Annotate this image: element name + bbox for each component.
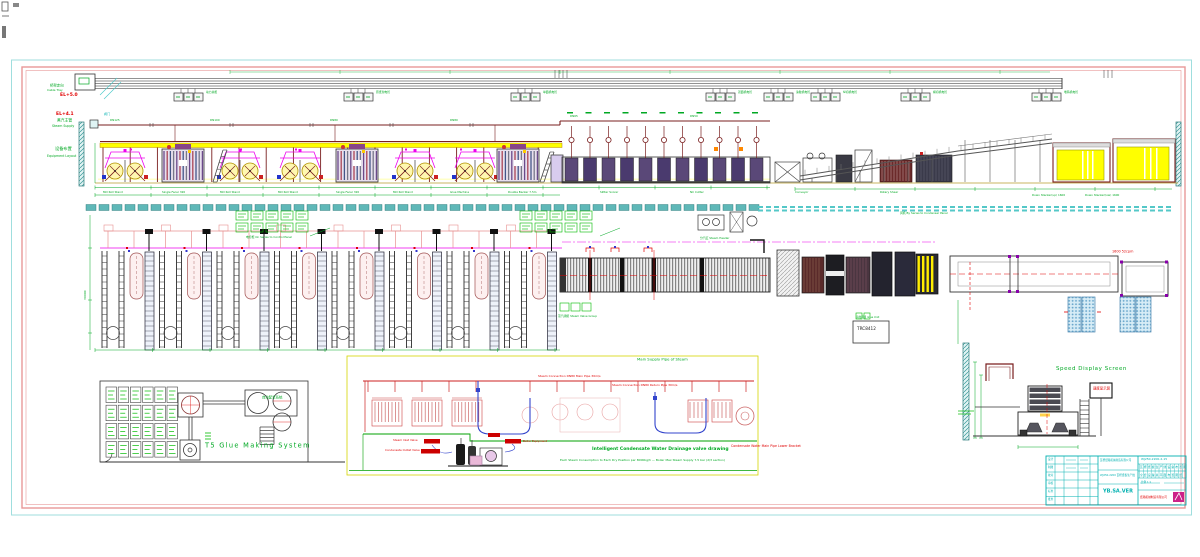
condensate-chip-label: Condensate Outlet Valve (385, 449, 420, 452)
micro-label: 设计 (1048, 458, 1053, 461)
plan-heating-conveyor (560, 246, 770, 311)
micro-label: DN100 (210, 119, 220, 122)
micro-label: Double Backer 7.5m (508, 191, 536, 194)
plan-speed-note: 1600 52cpm (1112, 250, 1133, 253)
micro-label: 涂胶机电控 (796, 91, 810, 94)
elevation-mill-roll-stands (102, 149, 498, 182)
separator-band (86, 205, 1171, 212)
micro-label: 审核 (1048, 482, 1053, 485)
titleblock-grid-row2: 全套设备总平面布置图纸 (1140, 474, 1183, 477)
micro-label: 动力总柜 (206, 91, 217, 94)
titleblock-drawing-number: WJ250-2200-2-15 (1141, 458, 1167, 461)
micro-label: 标准 (1048, 490, 1053, 493)
micro-label: 堆码机电控 (1064, 91, 1078, 94)
micro-label: Mill Roll Stand (393, 191, 413, 194)
micro-label: 制图 (1048, 466, 1053, 469)
micro-label: DN65 (570, 115, 578, 118)
micro-label: Down Stacker(low) 1600 (1085, 194, 1119, 197)
valve-tag: 阀门 (104, 113, 110, 116)
micro-label: 单面机电控 (543, 91, 557, 94)
micro-label: Down Stacker(up) 1600 (1032, 194, 1065, 197)
glue-making-system (100, 381, 345, 462)
micro-label: 风机 By Series to Condenser Panel (900, 212, 948, 215)
micro-label: NC Cutter (690, 191, 704, 194)
glue-mixer-label: 自动配浆系统 (262, 396, 282, 399)
micro-label: 分汽缸 Steam Header (700, 237, 729, 240)
glue-system-title: T5 Glue Making System (205, 443, 311, 450)
micro-label: Mill Roll Stand (220, 191, 240, 194)
speed-display-screen-text: 速度显示屏 (1093, 387, 1110, 390)
cable-tray-elevation: EL+5.0 (60, 93, 78, 98)
steam-supply-label-en: Steam Supply (52, 125, 74, 128)
schematic-top-label: Main Supply Pipe of Steam (637, 358, 688, 362)
micro-label: 横切机电控 (933, 91, 947, 94)
micro-label: DN80 (450, 119, 458, 122)
micro-label: Single Facer 320 (162, 191, 185, 194)
micro-label: 校对 (1048, 474, 1053, 477)
schematic-pipe-label-1: Steam Connection DN80 Main Pipe 30m/s (538, 375, 601, 378)
titleblock-grid-row1: 瓦楞纸板生产线设备布置图 (1140, 466, 1187, 469)
plan-exit-tables (950, 255, 1168, 344)
equipment-layout-label-en: Equipment Layout (47, 155, 76, 158)
micro-label: 双面机电控 (738, 91, 752, 94)
cad-linework (0, 0, 1200, 557)
plan-trc-tag: TRC8412 (857, 327, 876, 331)
titleblock-product: WJ250-2200 瓦楞纸板生产线 (1100, 474, 1135, 477)
micro-label: DN50 (690, 115, 698, 118)
micro-label: 涂胶机组 Glue Unit (856, 316, 879, 319)
bracket-label: Condensate Water Main Pipe Lower Bracket (731, 445, 801, 448)
titleblock-version: YB.SA.VER (1103, 489, 1133, 494)
plan-control-clusters (236, 211, 592, 232)
boiler-chip-label: Boiler Equipment (523, 440, 547, 443)
plan-left-dimension: 30000 (84, 290, 87, 300)
micro-label: Single Facer 320 (336, 191, 359, 194)
elevation-stackers (800, 134, 1175, 182)
cable-tray (75, 70, 1112, 101)
micro-label: 批准 (1048, 498, 1053, 501)
titleblock-scale: 比例 1:1 (1141, 481, 1151, 484)
micro-label: Glue Machine (450, 191, 469, 194)
plan-steam-header (698, 212, 764, 253)
cable-tray-label-en: Cable Tray (47, 89, 63, 92)
speed-display-title: Speed Display Screen (1056, 366, 1127, 372)
schematic-note: Each Steam Consumption to Each Dry Posit… (560, 459, 725, 462)
micro-label: Slitter Scorer (600, 191, 618, 194)
titleblock-company-red: 纸箱机械制造有限公司 (1140, 496, 1167, 499)
steam-inlet-chip-label: Steam Inlet Valve (393, 439, 418, 442)
micro-label: Mill Roll Stand (103, 191, 123, 194)
micro-label: 原纸架电控 (376, 91, 390, 94)
micro-label: DN125 (110, 119, 120, 122)
micro-label: Conveyor (795, 191, 808, 194)
micro-label: Mill Roll Stand (278, 191, 298, 194)
elevation-double-backer (562, 112, 770, 183)
steam-main-line (90, 120, 770, 141)
corner-glyphs (2, 2, 19, 38)
micro-label: 纵切机电控 (843, 91, 857, 94)
schematic-title: Intelligent Condensate Water Drainage va… (592, 447, 729, 452)
equipment-layout-label-cn: 设备布置 (55, 147, 72, 151)
micro-label: Rotary Shear (880, 191, 898, 194)
elevation-single-facers (162, 144, 563, 182)
speed-display-panel (958, 343, 1112, 449)
cable-tray-label-cn: 桥架走向 (50, 84, 64, 87)
schematic-pipe-label-2: Steam Connection DN80 Return Pipe 30m/s (612, 384, 677, 387)
steam-supply-label-cn: 蒸汽主管 (57, 119, 72, 123)
micro-label: DN80 (330, 119, 338, 122)
titleblock-company: 瓦楞纸箱机械制造有限公司 (1100, 459, 1131, 462)
steam-elevation: EL+4.1 (56, 112, 74, 117)
micro-label: 电控柜 On Series to Control Panel (246, 236, 292, 239)
micro-label: 蒸汽阀组 Steam Valve Group (558, 315, 597, 318)
cad-drawing-canvas: 桥架走向 Cable Tray EL+5.0 EL+4.1 蒸汽主管 Steam… (0, 0, 1200, 557)
